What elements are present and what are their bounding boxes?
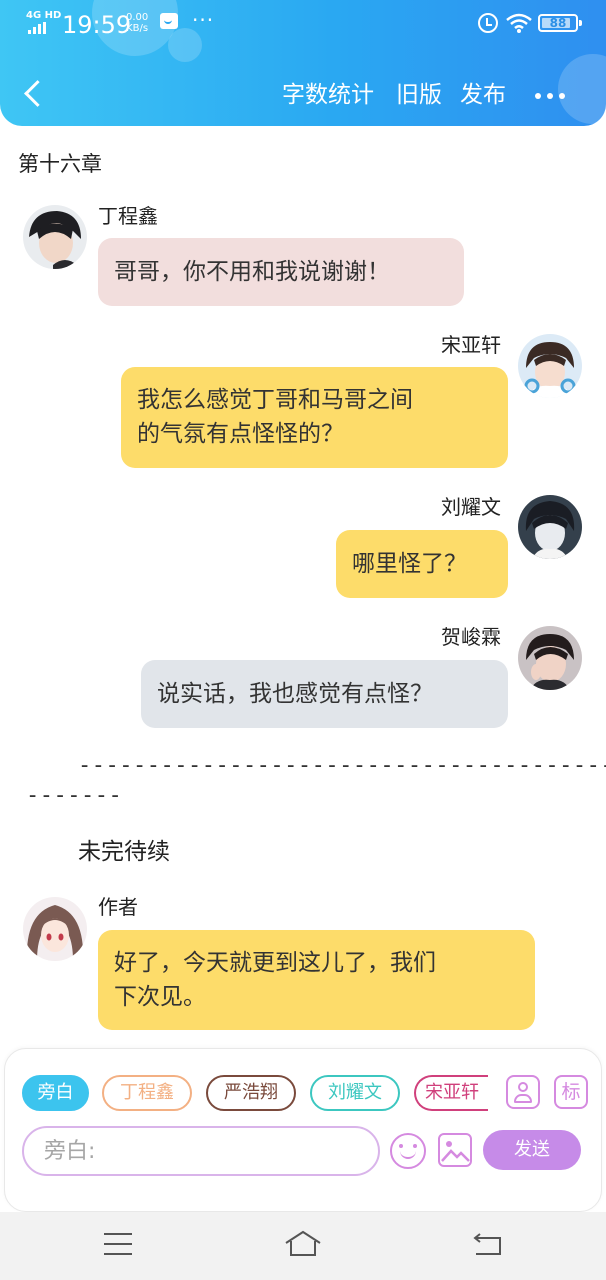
back-arrow-icon[interactable] (18, 76, 48, 112)
role-chip-song-yaxuan[interactable]: 宋亚轩 (414, 1075, 488, 1111)
message-text-line: 好了，今天就更到这儿了，我们 (114, 950, 436, 976)
avatar-ding-chengxin[interactable] (23, 205, 87, 269)
chapter-title: 第十六章 (18, 152, 102, 176)
avatar-author[interactable] (23, 897, 87, 961)
role-chip-liu-yaowen[interactable]: 刘耀文 (310, 1075, 400, 1111)
message-input[interactable] (22, 1126, 380, 1176)
speaker-name: 作者 (98, 895, 138, 919)
network-speed-value: 0.00 (126, 12, 149, 23)
alarm-icon (478, 13, 498, 33)
avatar-song-yaxuan[interactable] (518, 334, 582, 398)
image-icon[interactable] (438, 1133, 472, 1167)
speaker-name: 丁程鑫 (98, 204, 158, 228)
message-bubble: 我怎么感觉丁哥和马哥之间 的气氛有点怪怪的？ (121, 367, 508, 468)
more-options-icon[interactable] (530, 86, 570, 106)
old-version-button[interactable]: 旧版 (396, 80, 442, 110)
send-button[interactable]: 发送 (483, 1130, 581, 1170)
message-bubble: 哪里怪了？ (336, 530, 508, 598)
speaker-name: 宋亚轩 (441, 333, 501, 357)
publish-button[interactable]: 发布 (460, 80, 506, 110)
speaker-name: 贺峻霖 (441, 625, 501, 649)
battery-percent: 88 (549, 16, 567, 30)
word-count-button[interactable]: 字数统计 (282, 80, 374, 110)
message-text-line: 下次见。 (114, 984, 206, 1010)
dashed-divider: ---------------------------------------- (78, 753, 606, 778)
message-bubble: 哥哥，你不用和我说谢谢！ (98, 238, 464, 306)
message-notification-icon (160, 13, 178, 29)
dashed-divider: ------- (26, 783, 123, 808)
network-speed-unit: KB/s (126, 23, 149, 34)
add-role-icon[interactable] (506, 1075, 540, 1109)
avatar-he-junlin[interactable] (518, 626, 582, 690)
message-bubble: 好了，今天就更到这儿了，我们 下次见。 (98, 930, 535, 1030)
menu-icon[interactable] (104, 1233, 132, 1255)
message-text-line: 的气氛有点怪怪的？ (137, 421, 344, 447)
system-nav-bar (0, 1212, 606, 1280)
status-bar: 4G HD 19:59 0.00 KB/s ··· 88 (0, 0, 606, 48)
emoji-icon[interactable] (390, 1133, 426, 1169)
network-type: 4G HD (26, 10, 62, 21)
speaker-name: 刘耀文 (441, 495, 501, 519)
role-chip-narrator[interactable]: 旁白 (22, 1075, 89, 1111)
mark-button[interactable]: 标 (554, 1075, 588, 1109)
avatar-liu-yaowen[interactable] (518, 495, 582, 559)
network-speed: 0.00 KB/s (126, 12, 148, 34)
home-icon[interactable] (284, 1229, 322, 1259)
to-be-continued-text: 未完待续 (78, 839, 170, 865)
wifi-icon (506, 13, 532, 33)
message-text-line: 我怎么感觉丁哥和马哥之间 (137, 387, 413, 413)
more-notifications-icon: ··· (192, 8, 215, 32)
role-chip-yan-haoxiang[interactable]: 严浩翔 (206, 1075, 296, 1111)
clock-time: 19:59 (62, 11, 132, 39)
message-bubble: 说实话，我也感觉有点怪？ (141, 660, 508, 728)
role-chip-ding-chengxin[interactable]: 丁程鑫 (102, 1075, 192, 1111)
signal-icon (28, 22, 46, 34)
back-nav-icon[interactable] (472, 1232, 504, 1258)
battery-icon: 88 (538, 14, 582, 32)
top-header: 4G HD 19:59 0.00 KB/s ··· 88 字数统计 旧版 发布 (0, 0, 606, 126)
